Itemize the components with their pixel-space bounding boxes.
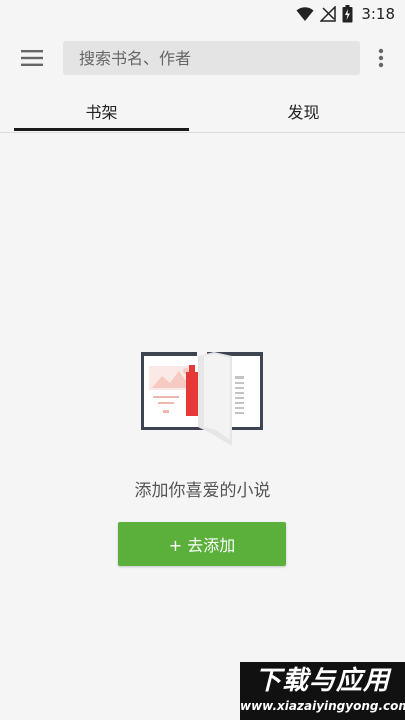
tab-discover[interactable]: 发现 bbox=[216, 90, 391, 132]
watermark-title: 下载与应用 bbox=[254, 666, 390, 696]
wifi-icon bbox=[296, 7, 314, 21]
add-novel-button[interactable]: + 去添加 bbox=[118, 522, 286, 566]
watermark-url: www.xiazaiyingyong.com bbox=[240, 699, 405, 713]
search-input[interactable] bbox=[77, 47, 360, 69]
more-vert-icon bbox=[378, 48, 384, 68]
status-time: 3:18 bbox=[361, 5, 395, 23]
hamburger-menu-icon bbox=[21, 50, 43, 66]
menu-button[interactable] bbox=[14, 42, 50, 74]
signal-icon bbox=[320, 6, 337, 22]
empty-state-message: 添加你喜爱的小说 bbox=[134, 481, 271, 501]
tab-indicator bbox=[14, 128, 189, 131]
status-bar: 3:18 bbox=[0, 0, 405, 28]
tab-bar: 书架 发现 bbox=[0, 90, 405, 133]
search-box[interactable] bbox=[63, 41, 360, 75]
battery-icon bbox=[342, 5, 353, 23]
watermark-logo: 下载与应用 www.xiazaiyingyong.com bbox=[240, 662, 405, 720]
more-options-button[interactable] bbox=[369, 42, 393, 74]
tab-bookshelf[interactable]: 书架 bbox=[14, 90, 189, 132]
toolbar bbox=[0, 30, 405, 86]
status-icons: 3:18 bbox=[296, 4, 395, 24]
open-book-icon bbox=[141, 352, 263, 446]
